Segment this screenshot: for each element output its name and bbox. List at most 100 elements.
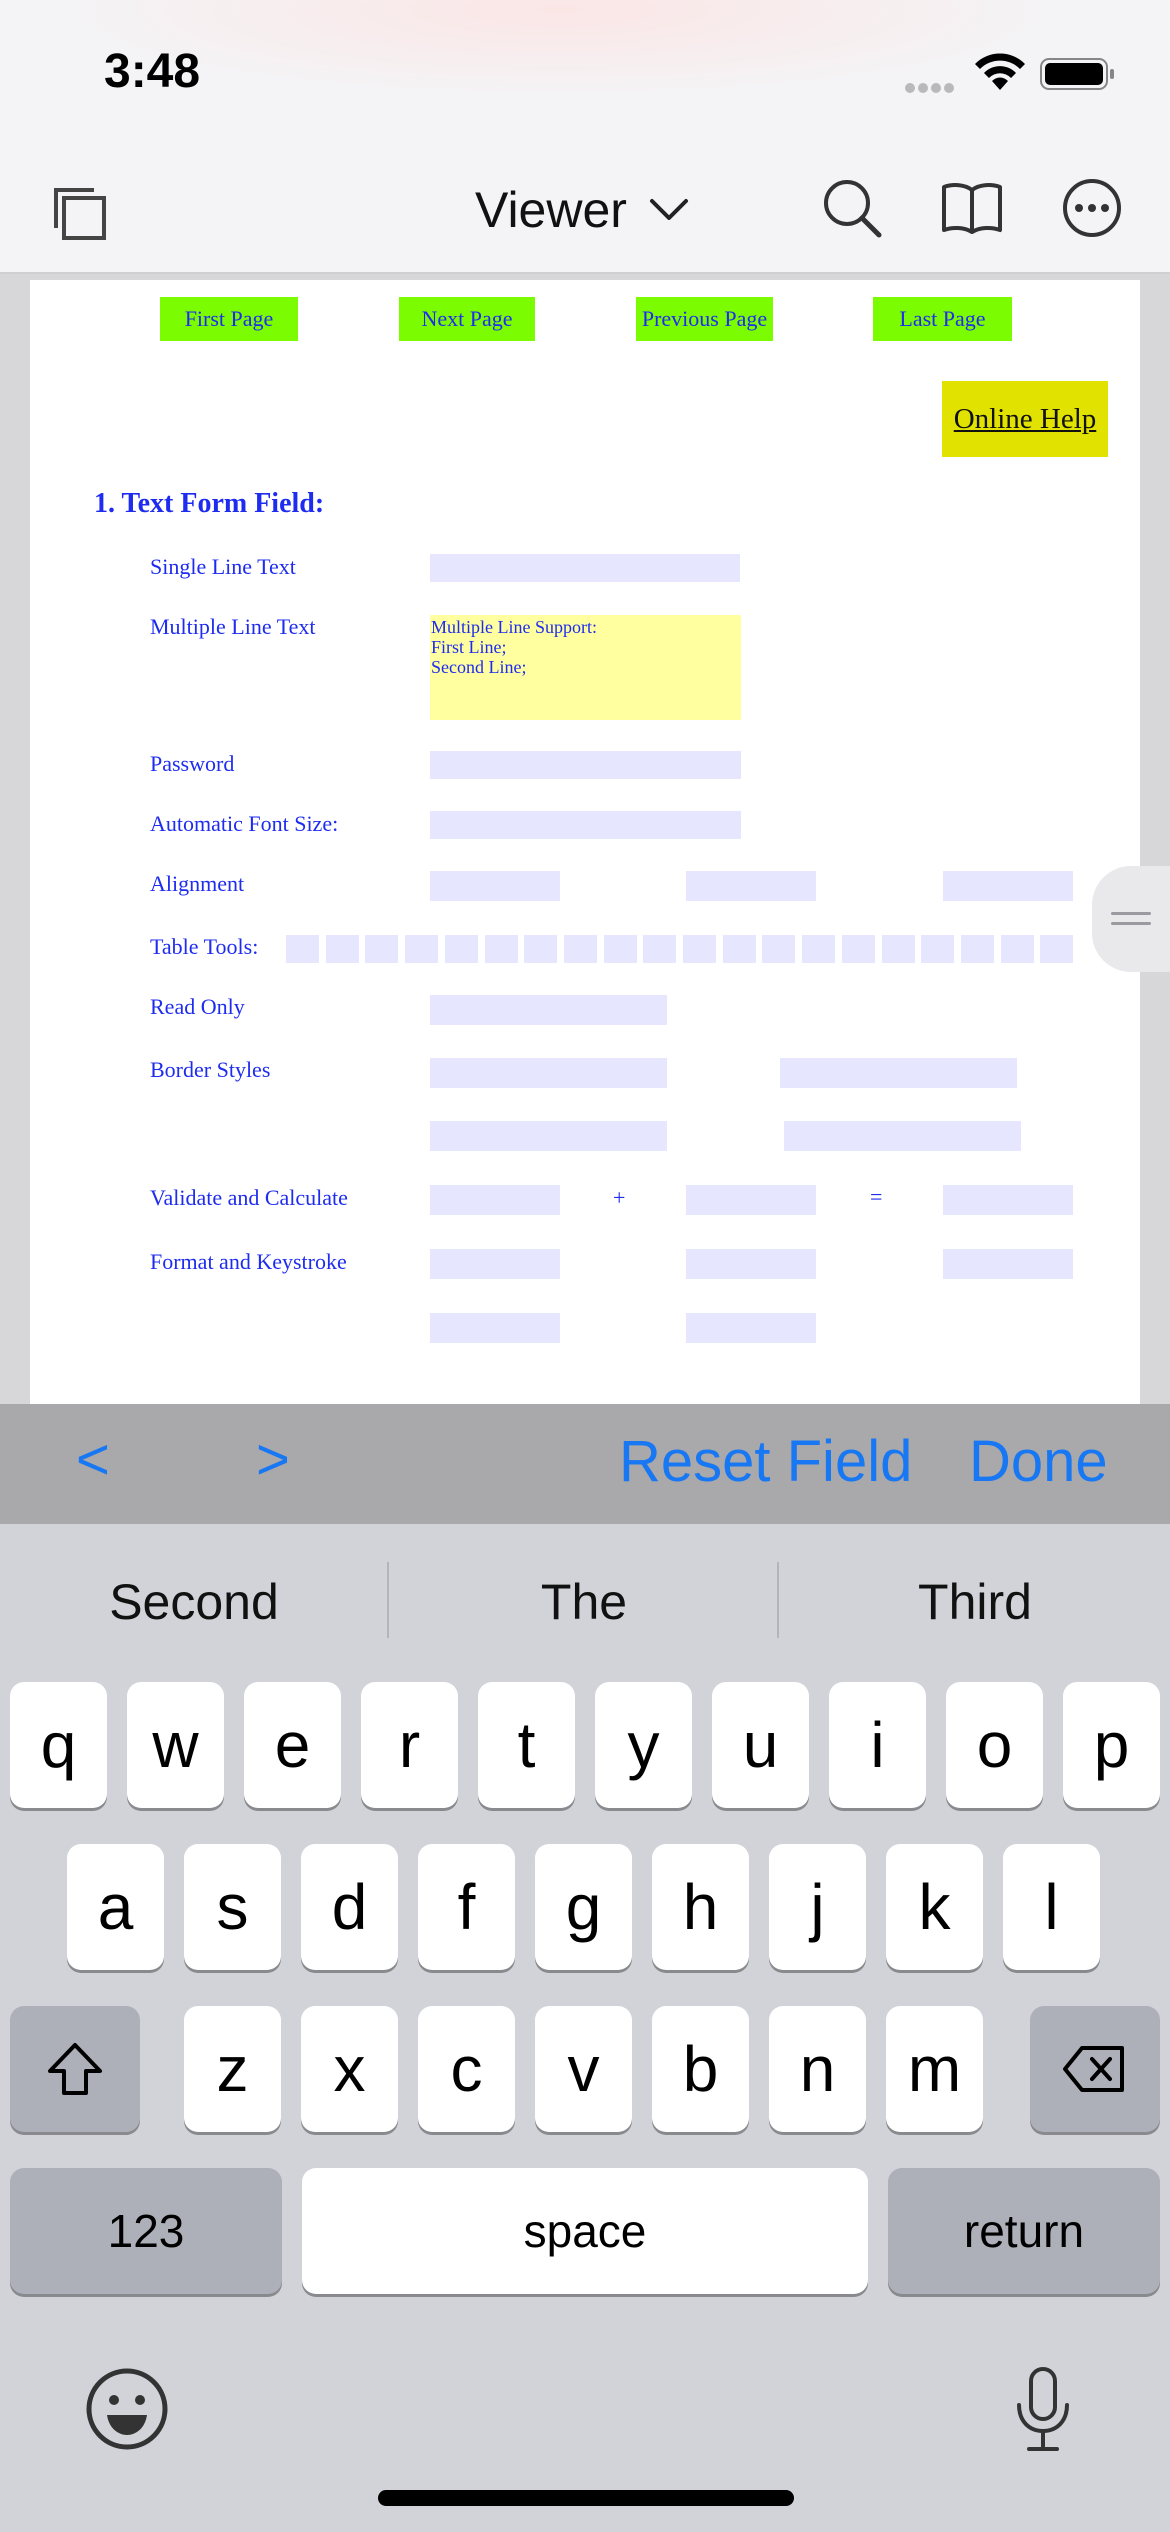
table-tools-cell[interactable] <box>563 935 597 963</box>
label-single-line: Single Line Text <box>150 554 296 579</box>
border-style-field-2[interactable] <box>780 1058 1017 1088</box>
key-d[interactable]: d <box>301 1844 398 1970</box>
table-tools-cell[interactable] <box>484 935 518 963</box>
key-q[interactable]: q <box>10 1682 107 1808</box>
table-tools-cell[interactable] <box>960 935 994 963</box>
home-indicator <box>378 2490 794 2506</box>
key-u[interactable]: u <box>712 1682 809 1808</box>
pages-button[interactable] <box>44 178 116 250</box>
key-b[interactable]: b <box>652 2006 749 2132</box>
key-h[interactable]: h <box>652 1844 749 1970</box>
table-tools-cell[interactable] <box>1040 935 1074 963</box>
return-key[interactable]: return <box>888 2168 1160 2294</box>
password-field[interactable] <box>430 751 741 779</box>
emoji-icon <box>86 2368 168 2450</box>
border-style-field-3[interactable] <box>430 1121 667 1151</box>
key-i[interactable]: i <box>829 1682 926 1808</box>
key-r[interactable]: r <box>361 1682 458 1808</box>
equals-sign: = <box>870 1184 883 1209</box>
key-y[interactable]: y <box>595 1682 692 1808</box>
table-tools-cell[interactable] <box>643 935 677 963</box>
single-line-text-field[interactable] <box>430 554 740 582</box>
key-a[interactable]: a <box>67 1844 164 1970</box>
key-n[interactable]: n <box>769 2006 866 2132</box>
shift-key[interactable] <box>10 2006 140 2132</box>
table-tools-cell[interactable] <box>921 935 955 963</box>
space-key[interactable]: space <box>302 2168 868 2294</box>
table-tools-cell[interactable] <box>762 935 796 963</box>
auto-font-size-field[interactable] <box>430 811 741 839</box>
navigation-bar: Viewer <box>0 150 1170 274</box>
key-g[interactable]: g <box>535 1844 632 1970</box>
alignment-right-field[interactable] <box>943 871 1073 901</box>
done-button[interactable]: Done <box>969 1428 1108 1495</box>
emoji-button[interactable] <box>82 2364 172 2454</box>
multiline-line-1: Multiple Line Support: <box>431 617 597 637</box>
table-tools-cell[interactable] <box>1000 935 1034 963</box>
format-field-3[interactable] <box>943 1249 1073 1279</box>
more-button[interactable] <box>1056 172 1128 244</box>
table-tools-cell[interactable] <box>841 935 875 963</box>
key-f[interactable]: f <box>418 1844 515 1970</box>
key-c[interactable]: c <box>418 2006 515 2132</box>
table-tools-cell[interactable] <box>365 935 399 963</box>
online-help-link[interactable]: Online Help <box>942 381 1108 457</box>
format-field-5[interactable] <box>686 1313 816 1343</box>
key-x[interactable]: x <box>301 2006 398 2132</box>
table-tools-cell[interactable] <box>524 935 558 963</box>
suggestion-3[interactable]: Third <box>780 1552 1170 1652</box>
table-tools-cell[interactable] <box>405 935 439 963</box>
validate-field-2[interactable] <box>686 1185 816 1215</box>
table-tools-cell[interactable] <box>444 935 478 963</box>
border-style-field-4[interactable] <box>784 1121 1021 1151</box>
next-page-link[interactable]: Next Page <box>399 297 535 341</box>
multiple-line-text-field[interactable]: Multiple Line Support: First Line; Secon… <box>430 615 741 720</box>
next-field-button[interactable]: > <box>256 1426 290 1493</box>
numbers-key[interactable]: 123 <box>10 2168 282 2294</box>
first-page-link[interactable]: First Page <box>160 297 298 341</box>
search-button[interactable] <box>816 172 888 244</box>
previous-page-link[interactable]: Previous Page <box>636 297 773 341</box>
table-tools-cell[interactable] <box>286 935 319 963</box>
key-z[interactable]: z <box>184 2006 281 2132</box>
suggestion-1[interactable]: Second <box>0 1552 388 1652</box>
key-m[interactable]: m <box>886 2006 983 2132</box>
border-style-field-1[interactable] <box>430 1058 667 1088</box>
key-v[interactable]: v <box>535 2006 632 2132</box>
suggestion-2[interactable]: The <box>390 1552 778 1652</box>
table-tools-cell[interactable] <box>603 935 637 963</box>
key-w[interactable]: w <box>127 1682 224 1808</box>
key-s[interactable]: s <box>184 1844 281 1970</box>
key-j[interactable]: j <box>769 1844 866 1970</box>
bookmarks-button[interactable] <box>936 172 1008 244</box>
reset-field-button[interactable]: Reset Field <box>619 1428 912 1495</box>
table-tools-cell[interactable] <box>802 935 836 963</box>
previous-field-button[interactable]: < <box>76 1426 110 1493</box>
last-page-link[interactable]: Last Page <box>873 297 1012 341</box>
label-table-tools: Table Tools: <box>150 934 259 959</box>
alignment-left-field[interactable] <box>430 871 560 901</box>
key-e[interactable]: e <box>244 1682 341 1808</box>
dictation-button[interactable] <box>998 2360 1088 2460</box>
key-l[interactable]: l <box>1003 1844 1100 1970</box>
alignment-center-field[interactable] <box>686 871 816 901</box>
table-tools-cell[interactable] <box>722 935 756 963</box>
validate-field-1[interactable] <box>430 1185 560 1215</box>
key-t[interactable]: t <box>478 1682 575 1808</box>
format-field-1[interactable] <box>430 1249 560 1279</box>
label-auto-font: Automatic Font Size: <box>150 811 339 836</box>
table-tools-cell[interactable] <box>881 935 915 963</box>
format-field-2[interactable] <box>686 1249 816 1279</box>
side-drawer-handle[interactable] <box>1092 866 1170 972</box>
table-tools-cell[interactable] <box>683 935 716 963</box>
format-field-4[interactable] <box>430 1313 560 1343</box>
key-o[interactable]: o <box>946 1682 1043 1808</box>
table-tools-cell[interactable] <box>325 935 359 963</box>
key-p[interactable]: p <box>1063 1682 1160 1808</box>
view-mode-dropdown[interactable]: Viewer <box>475 178 689 242</box>
label-border-styles: Border Styles <box>150 1057 271 1082</box>
validate-result-field[interactable] <box>943 1185 1073 1215</box>
label-read-only: Read Only <box>150 994 245 1019</box>
delete-key[interactable] <box>1030 2006 1160 2132</box>
key-k[interactable]: k <box>886 1844 983 1970</box>
